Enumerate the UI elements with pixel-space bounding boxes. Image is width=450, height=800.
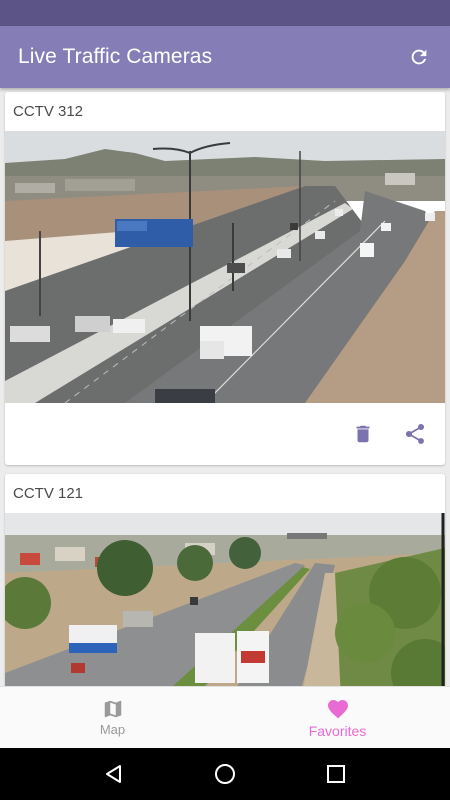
system-navigation-bar — [0, 748, 450, 800]
status-bar — [0, 0, 450, 26]
camera-card: CCTV 312 — [5, 92, 445, 465]
share-icon — [405, 423, 425, 444]
card-actions — [5, 403, 445, 465]
recents-button[interactable] — [316, 754, 356, 794]
heart-icon — [327, 699, 348, 718]
home-button[interactable] — [205, 754, 245, 794]
camera-name: CCTV 312 — [13, 103, 84, 120]
delete-icon — [356, 425, 370, 443]
nav-map-label: Map — [99, 722, 126, 737]
share-button[interactable] — [399, 418, 431, 450]
camera-image[interactable] — [5, 513, 445, 686]
app-title: Live Traffic Cameras — [18, 45, 213, 68]
camera-name: CCTV 121 — [13, 485, 84, 502]
bottom-navigation: Map Favorites — [0, 686, 450, 748]
camera-card: CCTV 121 — [5, 474, 445, 686]
delete-button[interactable] — [347, 418, 379, 450]
home-icon — [214, 764, 235, 784]
nav-favorites-label: Favorites — [308, 722, 367, 739]
refresh-icon — [411, 49, 427, 65]
nav-favorites[interactable]: Favorites — [225, 687, 450, 748]
back-button[interactable] — [94, 754, 134, 794]
refresh-button[interactable] — [404, 42, 434, 72]
back-icon — [105, 765, 121, 783]
recents-icon — [327, 765, 346, 783]
app-bar: Live Traffic Cameras — [0, 26, 450, 88]
camera-image[interactable] — [5, 131, 445, 403]
favorites-list: CCTV 312 CCTV 121 — [0, 88, 450, 686]
map-icon — [104, 700, 121, 718]
nav-map[interactable]: Map — [0, 687, 225, 748]
